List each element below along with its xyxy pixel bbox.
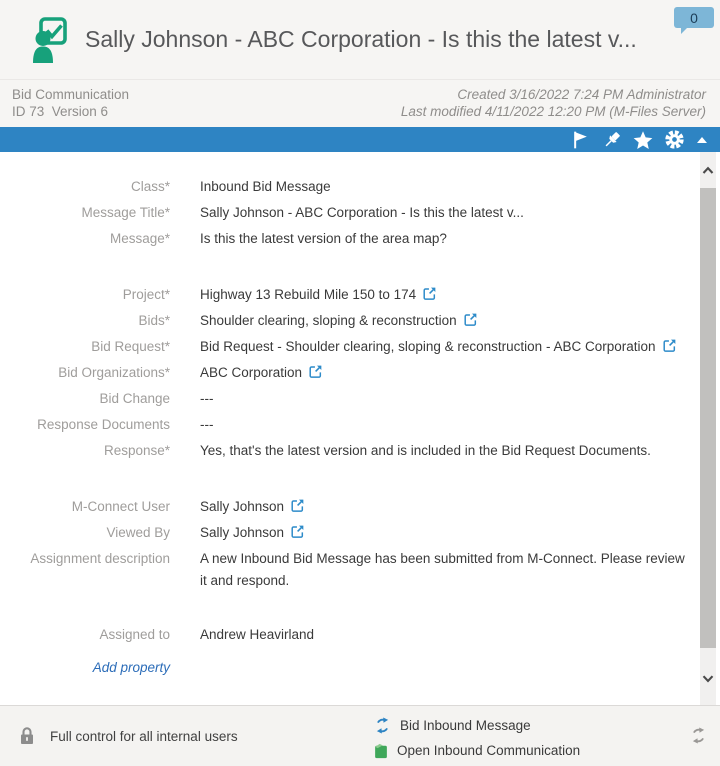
property-row: Assignment description A new Inbound Bid… <box>0 546 690 592</box>
property-label: Response Documents <box>37 417 170 432</box>
property-row: Class* Inbound Bid Message <box>0 174 690 200</box>
property-label: Viewed By <box>106 525 170 540</box>
metadata-card: Sally Johnson - ABC Corporation - Is thi… <box>0 0 720 766</box>
property-value[interactable]: ABC Corporation <box>200 360 322 384</box>
property-value[interactable]: Shoulder clearing, sloping & reconstruct… <box>200 308 477 332</box>
property-value[interactable]: Is this the latest version of the area m… <box>200 226 447 250</box>
property-row: M-Connect User Sally Johnson <box>0 494 690 520</box>
property-panel: Class* Inbound Bid Message Message Title… <box>0 152 720 705</box>
gear-icon[interactable] <box>663 129 685 151</box>
scroll-down-icon[interactable] <box>700 670 716 686</box>
assignment-icon <box>33 16 67 63</box>
property-row: Response Documents --- <box>0 412 690 438</box>
property-value-text: Is this the latest version of the area m… <box>200 231 447 246</box>
property-value-text: Sally Johnson <box>200 525 285 540</box>
property-value[interactable]: Andrew Heavirland <box>200 622 314 646</box>
property-value[interactable]: Bid Request - Shoulder clearing, sloping… <box>200 334 676 358</box>
state-icon <box>375 743 387 758</box>
metadata-toolbar <box>0 127 720 152</box>
property-value[interactable]: --- <box>200 386 214 410</box>
property-value-text: Bid Request - Shoulder clearing, sloping… <box>200 339 656 354</box>
property-label: Assigned to <box>99 627 170 642</box>
external-link-icon[interactable] <box>662 339 676 352</box>
property-value-text: Yes, that's the latest version and is in… <box>200 443 651 458</box>
property-list: Class* Inbound Bid Message Message Title… <box>0 174 720 648</box>
property-value-text: Shoulder clearing, sloping & reconstruct… <box>200 313 457 328</box>
property-value[interactable]: Inbound Bid Message <box>200 174 331 198</box>
property-value-text: Andrew Heavirland <box>200 627 315 642</box>
property-value-text: ABC Corporation <box>200 365 303 380</box>
property-value[interactable]: Sally Johnson - ABC Corporation - Is thi… <box>200 200 524 224</box>
refresh-icon[interactable] <box>690 727 707 749</box>
property-row: Viewed By Sally Johnson <box>0 520 690 546</box>
property-row: Message Title* Sally Johnson - ABC Corpo… <box>0 200 690 226</box>
property-row: Bids* Shoulder clearing, sloping & recon… <box>0 308 690 334</box>
status-bar: Full control for all internal users Bid … <box>0 705 720 766</box>
permissions-label: Full control for all internal users <box>50 728 238 744</box>
property-value[interactable]: Sally Johnson <box>200 520 304 544</box>
property-value-text: A new Inbound Bid Message has been submi… <box>200 551 685 588</box>
property-row: Bid Request* Bid Request - Shoulder clea… <box>0 334 690 360</box>
property-label: Message Title* <box>81 205 170 220</box>
workflow-group: Bid Inbound Message Open Inbound Communi… <box>374 713 580 763</box>
property-label: Project* <box>122 287 170 302</box>
external-link-icon[interactable] <box>464 313 477 326</box>
property-label: Bids* <box>138 313 170 328</box>
object-type-label: Bid Communication <box>12 87 130 102</box>
property-value[interactable]: Highway 13 Rebuild Mile 150 to 174 <box>200 282 436 306</box>
property-row: Response* Yes, that's the latest version… <box>0 438 690 464</box>
property-row: Assigned to Andrew Heavirland <box>0 622 690 648</box>
property-value-text: Sally Johnson - ABC Corporation - Is thi… <box>200 205 524 220</box>
property-row: Message* Is this the latest version of t… <box>0 226 690 252</box>
property-row: Project* Highway 13 Rebuild Mile 150 to … <box>0 282 690 308</box>
state-row[interactable]: Open Inbound Communication <box>374 738 580 763</box>
external-link-icon[interactable] <box>291 499 304 512</box>
property-row: Bid Organizations* ABC Corporation <box>0 360 690 386</box>
property-label: Message* <box>109 231 170 246</box>
metadata-card-header: Sally Johnson - ABC Corporation - Is thi… <box>0 0 720 80</box>
property-label: Bid Organizations* <box>58 365 170 380</box>
property-label: Class* <box>130 179 170 194</box>
workflow-row[interactable]: Bid Inbound Message <box>374 713 580 738</box>
property-value[interactable]: Sally Johnson <box>200 494 304 518</box>
lock-icon <box>21 727 33 744</box>
flag-icon[interactable] <box>570 129 592 151</box>
add-property-link[interactable]: Add property <box>72 660 170 675</box>
collapse-icon[interactable] <box>694 129 710 151</box>
property-value-text: Inbound Bid Message <box>200 179 331 194</box>
star-icon[interactable] <box>632 129 654 151</box>
state-label: Open Inbound Communication <box>397 743 581 758</box>
property-label: Assignment description <box>30 551 170 566</box>
vertical-scrollbar[interactable] <box>700 152 716 705</box>
property-label: Response* <box>103 443 170 458</box>
property-value-text: --- <box>200 417 214 432</box>
workflow-icon <box>376 717 389 734</box>
external-link-icon[interactable] <box>309 365 322 378</box>
object-info-bar: Bid Communication ID 73 Version 6 Create… <box>0 80 720 127</box>
property-value-text: Highway 13 Rebuild Mile 150 to 174 <box>200 287 417 302</box>
scroll-up-icon[interactable] <box>700 162 716 178</box>
modified-info: Last modified 4/11/2022 12:20 PM (M-File… <box>400 104 706 119</box>
property-row: Bid Change --- <box>0 386 690 412</box>
pin-icon[interactable] <box>601 129 623 151</box>
created-info: Created 3/16/2022 7:24 PM Administrator <box>457 87 706 102</box>
property-label: Bid Change <box>99 391 170 406</box>
permissions-group[interactable]: Full control for all internal users <box>18 706 238 766</box>
comments-badge[interactable]: 0 <box>674 7 714 34</box>
workflow-label: Bid Inbound Message <box>400 718 531 733</box>
object-id-version: ID 73 Version 6 <box>12 104 109 119</box>
page-title: Sally Johnson - ABC Corporation - Is thi… <box>85 26 637 52</box>
external-link-icon[interactable] <box>423 287 436 300</box>
property-label: M-Connect User <box>71 499 170 514</box>
property-value[interactable]: --- <box>200 412 214 436</box>
property-value-text: --- <box>200 391 214 406</box>
property-value-text: Sally Johnson <box>200 499 285 514</box>
property-label: Bid Request* <box>91 339 170 354</box>
scrollbar-thumb[interactable] <box>700 188 716 648</box>
external-link-icon[interactable] <box>291 525 304 538</box>
property-value[interactable]: Yes, that's the latest version and is in… <box>200 438 651 462</box>
property-value[interactable]: A new Inbound Bid Message has been submi… <box>200 546 686 592</box>
